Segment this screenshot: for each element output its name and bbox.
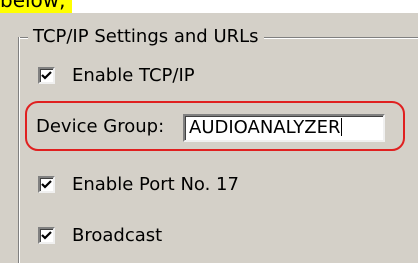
checkmark-icon xyxy=(41,179,52,189)
checkmark-icon xyxy=(41,70,52,80)
device-group-value: AUDIOANALYZER xyxy=(189,117,341,138)
enable-port-17-label: Enable Port No. 17 xyxy=(72,173,239,195)
enable-tcpip-label: Enable TCP/IP xyxy=(72,64,195,86)
group-box-left-border xyxy=(18,37,20,263)
device-group-label: Device Group: xyxy=(36,116,165,137)
text-caret xyxy=(341,118,343,136)
group-box-title: TCP/IP Settings and URLs xyxy=(28,24,264,50)
device-group-input[interactable]: AUDIOANALYZER xyxy=(183,114,385,142)
enable-port-17-checkbox-row[interactable]: Enable Port No. 17 xyxy=(38,172,239,196)
broadcast-checkbox[interactable] xyxy=(38,226,55,244)
broadcast-label: Broadcast xyxy=(72,224,163,246)
broadcast-checkbox-row[interactable]: Broadcast xyxy=(38,223,162,247)
enable-tcpip-checkbox-row[interactable]: Enable TCP/IP xyxy=(38,63,195,87)
enable-tcpip-checkbox[interactable] xyxy=(38,66,55,84)
checkmark-icon xyxy=(41,230,52,240)
enable-port-17-checkbox[interactable] xyxy=(38,175,55,193)
highlighted-caption: below, xyxy=(0,0,72,13)
